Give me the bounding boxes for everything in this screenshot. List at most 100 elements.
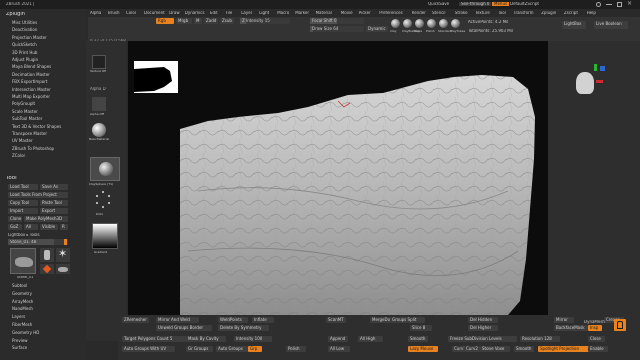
- z-intensity-slider[interactable]: Z Intensity 15: [240, 18, 290, 24]
- load-tool-button[interactable]: Load Tool: [8, 184, 38, 190]
- tool-thumb-polymesh[interactable]: ✶: [56, 248, 70, 262]
- tool-section-arraymesh[interactable]: ArrayMesh: [12, 299, 33, 304]
- bottom-mirror-and-weld[interactable]: Mirror And Weld: [156, 317, 199, 323]
- bottom-inflate[interactable]: Inflate: [252, 317, 275, 323]
- zplugin-item[interactable]: Text 3D & Vector Shapes: [12, 124, 61, 129]
- bottom-spotlight-projection[interactable]: Spotlight Projection: [538, 346, 594, 352]
- bottom-groups-split[interactable]: Groups Split: [390, 317, 426, 323]
- zplugin-item[interactable]: ZColor: [12, 154, 25, 158]
- rgb-button[interactable]: Rgb: [156, 18, 174, 24]
- zplugin-item[interactable]: Maya Blend Shapes: [12, 65, 51, 69]
- viewport-canvas[interactable]: [128, 41, 548, 315]
- zplugin-item[interactable]: SubTool Master: [12, 117, 42, 121]
- menu-stroke[interactable]: Stroke: [455, 11, 468, 15]
- tool-section-geometry[interactable]: Geometry: [12, 291, 32, 296]
- right-nav-cube[interactable]: [570, 60, 610, 100]
- menu-movie[interactable]: Movie: [341, 11, 353, 15]
- zplugin-item[interactable]: Adjust Plugin: [12, 58, 38, 62]
- brush-polish[interactable]: Polish: [426, 19, 437, 37]
- menu-draw[interactable]: Draw: [169, 11, 179, 15]
- import-button[interactable]: Import: [8, 208, 38, 214]
- mrgb-button[interactable]: Mrgb: [176, 18, 192, 24]
- menu-material[interactable]: Material: [316, 11, 332, 15]
- bottom-all-high[interactable]: All High: [358, 336, 383, 342]
- search-icon[interactable]: [596, 2, 601, 7]
- gradient-swatch[interactable]: [92, 223, 118, 249]
- menu-tool[interactable]: Tool: [498, 11, 506, 15]
- bottom-scanmt[interactable]: ScanMT: [326, 317, 346, 323]
- menu-zplugin[interactable]: Zplugin: [541, 11, 556, 15]
- bottom-del-hidden[interactable]: Del Hidden: [468, 317, 498, 323]
- focal-shift-slider[interactable]: Focal Shift 0: [310, 18, 364, 24]
- rock-mesh[interactable]: [128, 41, 548, 315]
- make-polymesh-button[interactable]: Make PolyMesh3D: [24, 216, 68, 222]
- brush-swatch[interactable]: [90, 157, 120, 181]
- bottom-del-higher[interactable]: Del Higher: [468, 325, 498, 331]
- bottom-mirror[interactable]: Mirror: [554, 317, 574, 323]
- menu-texture[interactable]: Texture: [475, 11, 490, 15]
- zplugin-header[interactable]: Zplugin: [6, 12, 25, 17]
- zplugin-item[interactable]: Projection Master: [12, 35, 47, 40]
- bottom-grp[interactable]: Grp: [248, 346, 262, 352]
- zplugin-item[interactable]: UV Master: [12, 139, 33, 143]
- menu-help[interactable]: Help: [587, 11, 596, 15]
- material-sphere[interactable]: [92, 123, 106, 137]
- tool-section-subtool[interactable]: Subtool: [12, 284, 27, 288]
- dynamic-button[interactable]: Dynamic: [366, 26, 388, 32]
- menu-brush[interactable]: Brush: [108, 11, 120, 15]
- tool-section-preview[interactable]: Preview: [12, 338, 28, 343]
- menu-layer[interactable]: Layer: [241, 11, 252, 15]
- stone-slider[interactable]: Stone_01. 48: [8, 239, 68, 245]
- load-tools-from-project-button[interactable]: Load Tools From Project: [8, 192, 68, 198]
- tool-thumb-stone[interactable]: [10, 248, 36, 274]
- copy-tool-button[interactable]: Copy Tool: [8, 200, 38, 206]
- maximize-icon[interactable]: [617, 2, 622, 7]
- bottom-backfacemask[interactable]: BackfaceMask: [554, 325, 590, 331]
- bottom-resolution-128[interactable]: Resolution 128: [520, 336, 561, 342]
- tool-section-layers[interactable]: Layers: [12, 315, 25, 319]
- zplugin-item[interactable]: FBX ExportImport: [12, 80, 47, 84]
- zplugin-item[interactable]: Intersection Master: [12, 87, 51, 92]
- lightbox-button[interactable]: LightBox: [562, 21, 586, 29]
- zplugin-item[interactable]: Misc Utilities: [12, 21, 37, 25]
- zplugin-item[interactable]: ZBrush To Photoshop: [12, 146, 54, 151]
- texture-off-swatch[interactable]: [92, 55, 106, 69]
- brush-standard[interactable]: Standard: [438, 19, 452, 37]
- zadd-button[interactable]: Zadd: [204, 18, 218, 24]
- brush-clay[interactable]: Clay: [390, 19, 401, 37]
- tool-section-fibermesh[interactable]: FiberMesh: [12, 323, 32, 327]
- tool-thumb-simplebrush[interactable]: [40, 264, 54, 274]
- menu-dynamics[interactable]: Dynamics: [185, 11, 205, 15]
- bottom-smooth[interactable]: Smooth: [408, 336, 428, 342]
- r-button[interactable]: R: [60, 224, 68, 230]
- menu-macro[interactable]: Macro: [277, 11, 289, 15]
- bottom-zremesher[interactable]: ZRemesher: [122, 317, 150, 323]
- goz-button[interactable]: GoZ: [8, 224, 22, 230]
- bottom-auto-groups[interactable]: Auto Groups: [216, 346, 249, 352]
- stroke-dots-icon[interactable]: [94, 191, 112, 209]
- bottom-unweld-groups-border[interactable]: Unweld Groups Border: [156, 325, 212, 331]
- bottom-smooth[interactable]: Smooth: [514, 346, 534, 352]
- lightbox-tools-link[interactable]: Lightbox ▸ Tools: [8, 233, 40, 237]
- zplugin-item[interactable]: Transpose Master: [12, 132, 47, 136]
- brush-move[interactable]: Move: [414, 19, 425, 37]
- default-script[interactable]: DefaultZScript: [510, 2, 539, 6]
- menu-zscript[interactable]: Zscript: [564, 11, 578, 15]
- bottom-append[interactable]: Append: [328, 336, 348, 342]
- bottom-curv2[interactable]: Curv2: [464, 346, 481, 352]
- zplugin-item[interactable]: QuickSketch: [12, 43, 37, 47]
- paste-tool-button[interactable]: Paste Tool: [40, 200, 68, 206]
- menu-document[interactable]: Document: [144, 11, 165, 15]
- menu-render[interactable]: Render: [412, 11, 426, 15]
- alpha-swatch[interactable]: [92, 97, 106, 111]
- tool-section-geometry-hd[interactable]: Geometry HD: [12, 330, 39, 335]
- bottom-all-low[interactable]: All Low: [328, 346, 351, 352]
- dynamesh-toggle[interactable]: [614, 319, 626, 331]
- bottom-intensity-100[interactable]: Intensity 100: [234, 336, 272, 342]
- export-button[interactable]: Export: [40, 208, 68, 214]
- menu-picker[interactable]: Picker: [359, 11, 371, 15]
- tool-section-surface[interactable]: Surface: [12, 346, 27, 350]
- bottom-stone-voxe[interactable]: Stone Voxe: [480, 346, 510, 352]
- bottom-enable[interactable]: Enable: [588, 346, 608, 352]
- bottom-gr-groups[interactable]: Gr Groups: [186, 346, 214, 352]
